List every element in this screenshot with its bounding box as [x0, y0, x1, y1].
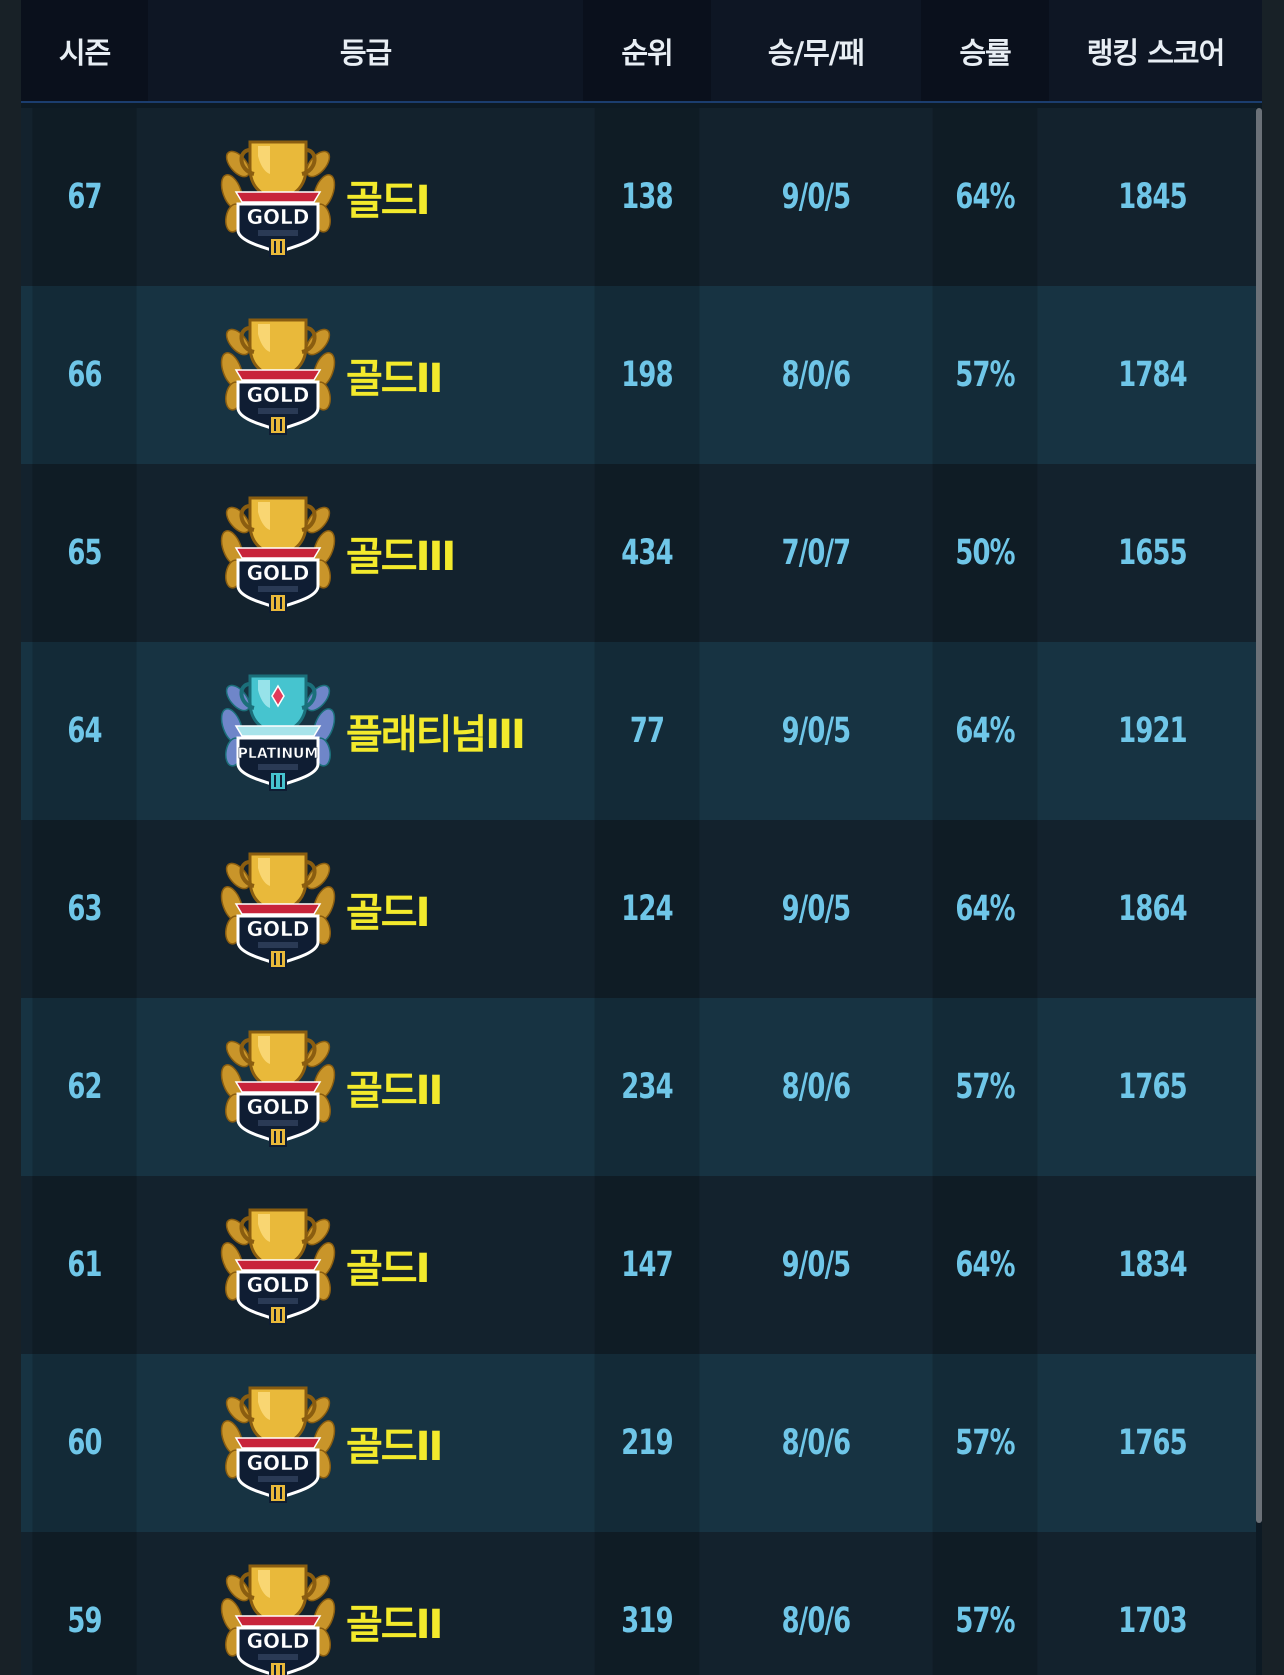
grade-cell: GOLD 골드II: [148, 286, 583, 464]
header-ranking-score: 랭킹 스코어: [1086, 35, 1226, 70]
table-header: 시즌 등급 순위 승/무/패 승률 랭킹 스코어: [21, 0, 1262, 103]
grade-label: 골드I: [346, 890, 430, 936]
svg-text:GOLD: GOLD: [247, 1451, 310, 1475]
season-cell: 63: [32, 820, 137, 998]
season-cell: 64: [32, 642, 137, 820]
rank-cell: 234: [594, 998, 700, 1176]
svg-text:GOLD: GOLD: [247, 1095, 310, 1119]
wdl-cell: 9/0/5: [781, 889, 851, 929]
grade-label: 골드II: [346, 1068, 443, 1114]
grade-cell: GOLD 골드III: [148, 464, 583, 642]
win-rate-cell: 64%: [932, 820, 1038, 998]
platinum-trophy-icon: PLATINUM: [218, 668, 338, 794]
table-row[interactable]: 64 PLATINUM 플래티넘III 77 9/0/5 64% 1921: [21, 642, 1256, 820]
grade-label: 플래티넘III: [346, 712, 526, 758]
gold-trophy-icon: GOLD: [218, 1024, 338, 1150]
grade-cell: GOLD 골드II: [148, 1532, 583, 1675]
grade-cell: GOLD 골드I: [148, 820, 583, 998]
ranking-score-cell: 1784: [1118, 355, 1187, 395]
table-row[interactable]: 66 GOLD 골드II 198 8/0/6 57% 1784: [21, 286, 1256, 464]
grade-label: 골드II: [346, 1602, 443, 1648]
wdl-cell: 9/0/5: [781, 1245, 851, 1285]
rank-cell: 77: [594, 642, 700, 820]
gold-trophy-icon: GOLD: [218, 490, 338, 616]
svg-text:GOLD: GOLD: [247, 917, 310, 941]
win-rate-cell: 64%: [932, 1176, 1038, 1354]
table-row[interactable]: 65 GOLD 골드III 434 7/0/7 50% 1655: [21, 464, 1256, 642]
svg-text:PLATINUM: PLATINUM: [238, 746, 319, 762]
gold-trophy-icon: GOLD: [218, 1558, 338, 1675]
table-row[interactable]: 61 GOLD 골드I 147 9/0/5 64% 1834: [21, 1176, 1256, 1354]
ranking-score-cell: 1703: [1118, 1601, 1187, 1641]
table-row[interactable]: 62 GOLD 골드II 234 8/0/6 57% 1765: [21, 998, 1256, 1176]
grade-cell: GOLD 골드I: [148, 1176, 583, 1354]
wdl-cell: 9/0/5: [781, 711, 851, 751]
wdl-cell: 8/0/6: [781, 1601, 851, 1641]
grade-label: 골드II: [346, 1424, 443, 1470]
wdl-cell: 8/0/6: [781, 355, 851, 395]
wdl-cell: 8/0/6: [781, 1423, 851, 1463]
ranking-score-cell: 1921: [1118, 711, 1187, 751]
header-season: 시즌: [21, 0, 148, 101]
wdl-cell: 7/0/7: [781, 533, 851, 573]
win-rate-cell: 57%: [932, 1532, 1038, 1675]
rank-cell: 319: [594, 1532, 700, 1675]
table-row[interactable]: 67 GOLD 골드I 138 9/0/5 64% 1845: [21, 108, 1256, 286]
win-rate-cell: 64%: [932, 108, 1038, 286]
svg-text:GOLD: GOLD: [247, 561, 310, 585]
rank-cell: 147: [594, 1176, 700, 1354]
gold-trophy-icon: GOLD: [218, 1202, 338, 1328]
rank-cell: 219: [594, 1354, 700, 1532]
grade-cell: GOLD 골드II: [148, 1354, 583, 1532]
header-rank: 순위: [583, 0, 711, 101]
season-cell: 62: [32, 998, 137, 1176]
ranking-score-cell: 1834: [1118, 1245, 1187, 1285]
rank-cell: 138: [594, 108, 700, 286]
gold-trophy-icon: GOLD: [218, 1380, 338, 1506]
table-row[interactable]: 60 GOLD 골드II 219 8/0/6 57% 1765: [21, 1354, 1256, 1532]
svg-text:GOLD: GOLD: [247, 205, 310, 229]
svg-text:GOLD: GOLD: [247, 1629, 310, 1653]
wdl-cell: 9/0/5: [781, 177, 851, 217]
season-cell: 60: [32, 1354, 137, 1532]
rank-cell: 124: [594, 820, 700, 998]
gold-trophy-icon: GOLD: [218, 846, 338, 972]
rank-cell: 434: [594, 464, 700, 642]
gold-trophy-icon: GOLD: [218, 312, 338, 438]
table-row[interactable]: 63 GOLD 골드I 124 9/0/5 64% 1864: [21, 820, 1256, 998]
win-rate-cell: 50%: [932, 464, 1038, 642]
grade-label: 골드II: [346, 356, 443, 402]
ranking-score-cell: 1655: [1118, 533, 1187, 573]
win-rate-cell: 57%: [932, 286, 1038, 464]
header-wdl: 승/무/패: [767, 35, 865, 70]
table-row[interactable]: 59 GOLD 골드II 319 8/0/6 57% 1703: [21, 1532, 1256, 1675]
grade-cell: PLATINUM 플래티넘III: [148, 642, 583, 820]
gold-trophy-icon: GOLD: [218, 134, 338, 260]
wdl-cell: 8/0/6: [781, 1067, 851, 1107]
grade-label: 골드I: [346, 1246, 430, 1292]
svg-text:GOLD: GOLD: [247, 1273, 310, 1297]
header-win-rate: 승률: [921, 0, 1049, 101]
win-rate-cell: 64%: [932, 642, 1038, 820]
ranking-score-cell: 1765: [1118, 1423, 1187, 1463]
season-cell: 66: [32, 286, 137, 464]
win-rate-cell: 57%: [932, 1354, 1038, 1532]
season-history-table: 시즌 등급 순위 승/무/패 승률 랭킹 스코어 67 GOLD 골드I 138 9…: [21, 0, 1262, 1675]
season-cell: 67: [32, 108, 137, 286]
rank-cell: 198: [594, 286, 700, 464]
grade-label: 골드I: [346, 178, 430, 224]
win-rate-cell: 57%: [932, 998, 1038, 1176]
vertical-scrollbar[interactable]: [1256, 108, 1262, 1523]
ranking-score-cell: 1864: [1118, 889, 1187, 929]
season-cell: 61: [32, 1176, 137, 1354]
grade-cell: GOLD 골드I: [148, 108, 583, 286]
svg-text:GOLD: GOLD: [247, 383, 310, 407]
ranking-score-cell: 1765: [1118, 1067, 1187, 1107]
ranking-score-cell: 1845: [1118, 177, 1187, 217]
grade-label: 골드III: [346, 534, 456, 580]
grade-cell: GOLD 골드II: [148, 998, 583, 1176]
header-grade: 등급: [339, 35, 392, 70]
season-cell: 59: [32, 1532, 137, 1675]
season-cell: 65: [32, 464, 137, 642]
